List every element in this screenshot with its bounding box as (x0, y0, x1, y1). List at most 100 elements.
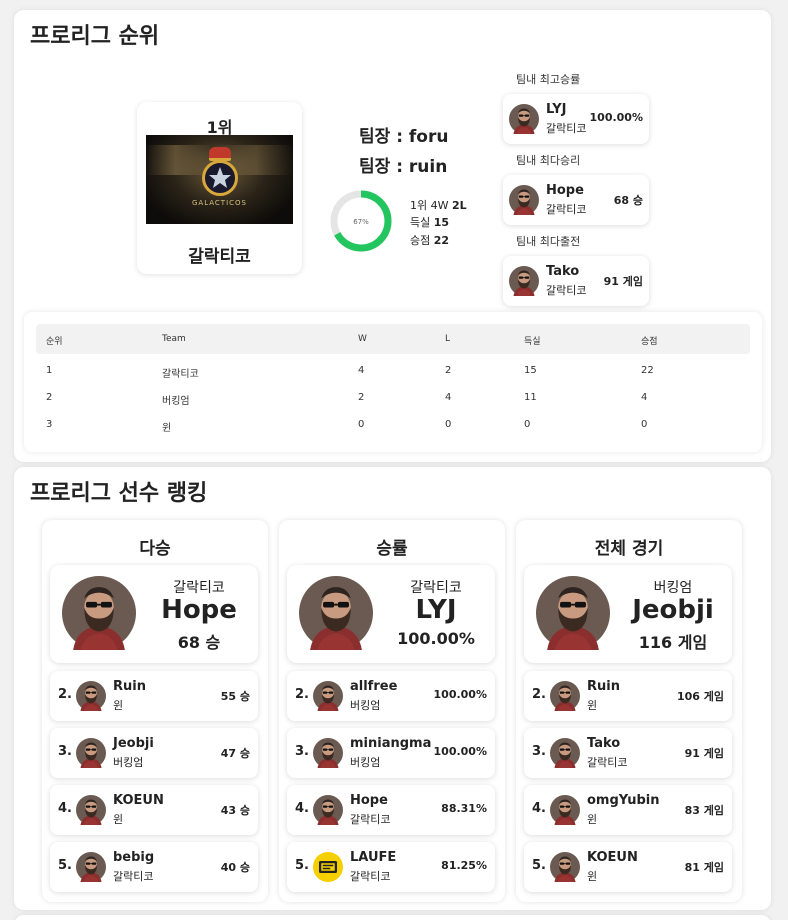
crown-icon (209, 147, 231, 161)
player-team: 갈락티코 (546, 122, 587, 135)
ranked-player-row[interactable]: 5. bebig 갈락티코 40 승 (50, 842, 258, 892)
player-value: 83 게임 (684, 804, 724, 817)
player-name: Hope (546, 183, 584, 198)
player-value: 47 승 (220, 747, 250, 760)
header-rank[interactable]: 순위 (46, 334, 63, 347)
player-team: 윈 (587, 870, 598, 883)
top-player-team: 갈락티코 (410, 580, 462, 596)
rank-number: 5. (295, 858, 309, 873)
player-name: KOEUN (587, 850, 638, 865)
bearded-man-avatar-icon (313, 738, 343, 768)
player-name: Tako (546, 264, 580, 279)
table-cell[interactable]: 버킹엄 (162, 392, 190, 407)
top-player-value: 68 승 (177, 633, 221, 652)
bearded-man-avatar-icon (509, 104, 539, 134)
player-team: 갈락티코 (587, 756, 628, 769)
player-name: bebig (113, 850, 155, 865)
header-points[interactable]: 승점 (641, 334, 658, 347)
ranking-column-title: 다승 (139, 539, 171, 559)
player-team: 갈락티코 (546, 203, 587, 216)
header-team[interactable]: Team (162, 334, 186, 344)
header-losses[interactable]: L (445, 334, 450, 344)
team-best-label-winrate: 팀내 최고승률 (516, 73, 581, 86)
player-name: Tako (587, 736, 621, 751)
player-value: 40 승 (220, 861, 250, 874)
player-name: miniangma (350, 736, 432, 751)
player-team: 윈 (113, 813, 124, 826)
leader-team-card[interactable]: 1위 GALACTICOS 갈락티코 (137, 102, 302, 274)
top-player-card[interactable]: 갈락티코 LYJ 100.00% (287, 565, 495, 663)
ranked-player-row[interactable]: 2. allfree 버킹엄 100.00% (287, 671, 495, 721)
bearded-man-avatar-icon (550, 681, 580, 711)
player-value: 81 게임 (684, 861, 724, 874)
header-wins[interactable]: W (358, 334, 367, 344)
player-value: 100.00% (589, 111, 643, 124)
bearded-man-avatar-icon (62, 576, 136, 650)
goal-diff-line: 득실 15 (410, 216, 450, 229)
ranking-column: 전체 경기 버킹엄 Jeobji 116 게임 2. Ruin 윈 106 게임 3. Tako 갈… (516, 520, 742, 902)
top-player-value: 100.00% (397, 629, 475, 648)
bearded-man-avatar-icon (313, 681, 343, 711)
player-team: 갈락티코 (350, 870, 391, 883)
table-cell: 2 (358, 392, 365, 403)
top-player-card[interactable]: 버킹엄 Jeobji 116 게임 (524, 565, 732, 663)
captain-line-2: 팀장 : ruin (359, 157, 448, 177)
ranked-player-row[interactable]: 5. KOEUN 윈 81 게임 (524, 842, 732, 892)
table-cell: 2 (445, 365, 452, 376)
ranked-player-row[interactable]: 3. miniangma 버킹엄 100.00% (287, 728, 495, 778)
ranked-player-row[interactable]: 4. omgYubin 윈 83 게임 (524, 785, 732, 835)
player-team: 버킹엄 (350, 756, 381, 769)
player-value: 81.25% (441, 859, 487, 872)
rank-number: 4. (58, 801, 72, 816)
bearded-man-avatar-icon (76, 738, 106, 768)
ranking-column-title: 승률 (376, 539, 408, 559)
team-best-label-games: 팀내 최다출전 (516, 235, 581, 248)
player-value: 100.00% (433, 745, 487, 758)
ranked-player-row[interactable]: 2. Ruin 윈 106 게임 (524, 671, 732, 721)
team-best-winrate-card[interactable]: LYJ 갈락티코 100.00% (503, 94, 649, 144)
bearded-man-avatar-icon (550, 852, 580, 882)
rank-number: 2. (532, 687, 546, 702)
player-name: allfree (350, 679, 398, 694)
ranked-player-row[interactable]: 4. Hope 갈락티코 88.31% (287, 785, 495, 835)
player-team: 윈 (587, 699, 598, 712)
player-name: omgYubin (587, 793, 660, 808)
player-value: 91 게임 (684, 747, 724, 760)
ranked-player-row[interactable]: 5. LAUFE 갈락티코 81.25% (287, 842, 495, 892)
bearded-man-avatar-icon (313, 795, 343, 825)
top-player-value: 116 게임 (638, 633, 708, 652)
table-cell: 0 (358, 419, 365, 430)
team-best-wins-card[interactable]: Hope 갈락티코 68 승 (503, 175, 649, 225)
player-name: Ruin (113, 679, 146, 694)
player-name: LYJ (546, 102, 567, 117)
top-player-name: LYJ (415, 595, 457, 625)
bearded-man-avatar-icon (76, 795, 106, 825)
player-team: 갈락티코 (113, 870, 154, 883)
table-cell[interactable]: 갈락티코 (162, 365, 199, 380)
top-player-name: Jeobji (632, 595, 714, 625)
player-value: 68 승 (613, 194, 643, 207)
next-panel (14, 915, 771, 920)
captain-line-1: 팀장 : foru (359, 127, 449, 147)
ranked-player-row[interactable]: 3. Tako 갈락티코 91 게임 (524, 728, 732, 778)
player-value: 91 게임 (603, 275, 643, 288)
table-cell: 4 (358, 365, 365, 376)
player-value: 106 게임 (676, 690, 724, 703)
ranked-player-row[interactable]: 3. Jeobji 버킹엄 47 승 (50, 728, 258, 778)
header-goal-diff[interactable]: 득실 (524, 334, 541, 347)
rank-number: 3. (58, 744, 72, 759)
league-title: 프로리그 순위 (30, 24, 160, 49)
table-cell[interactable]: 윈 (162, 419, 171, 434)
leader-team-name: 갈락티코 (188, 247, 251, 267)
bearded-man-avatar-icon (299, 576, 373, 650)
player-name: Jeobji (113, 736, 154, 751)
team-best-games-card[interactable]: Tako 갈락티코 91 게임 (503, 256, 649, 306)
player-name: KOEUN (113, 793, 164, 808)
team-logo-image: GALACTICOS (146, 135, 293, 224)
table-cell: 4 (641, 392, 648, 403)
top-player-card[interactable]: 갈락티코 Hope 68 승 (50, 565, 258, 663)
ranked-player-row[interactable]: 2. Ruin 윈 55 승 (50, 671, 258, 721)
ranked-player-row[interactable]: 4. KOEUN 윈 43 승 (50, 785, 258, 835)
player-team: 윈 (113, 699, 124, 712)
top-player-team: 갈락티코 (173, 580, 225, 596)
